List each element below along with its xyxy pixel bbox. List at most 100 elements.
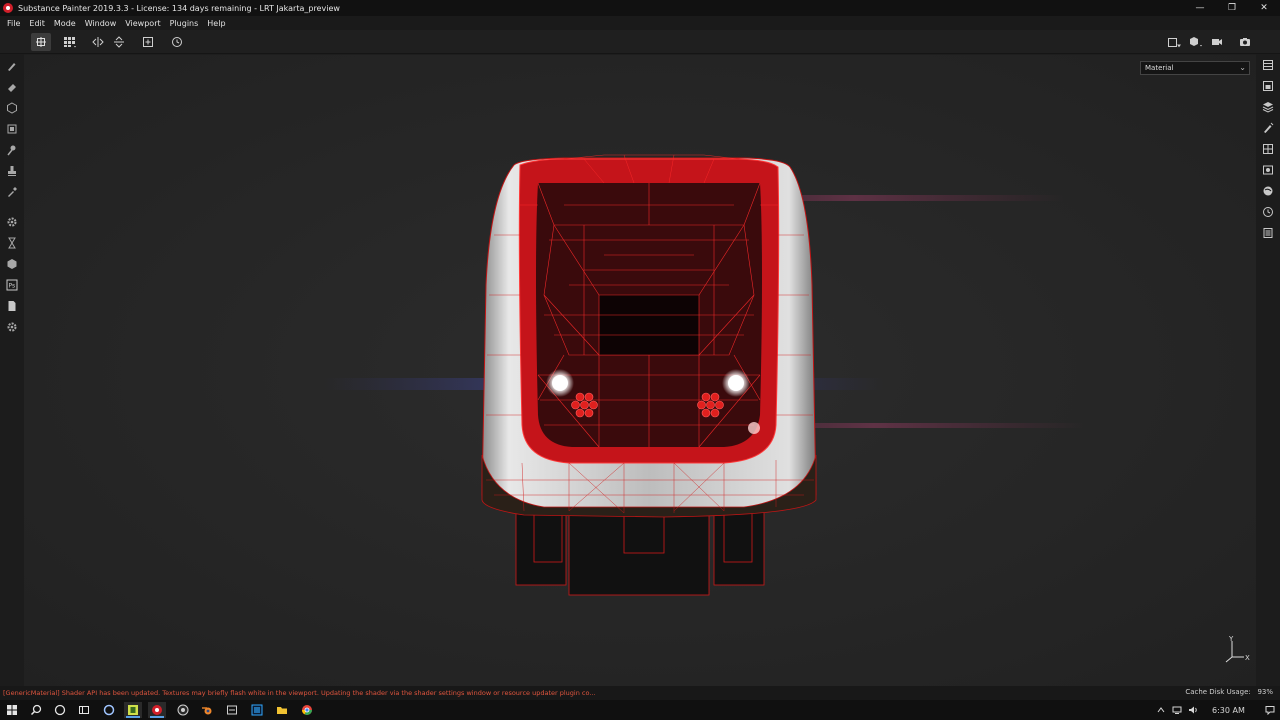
projection-tool-button[interactable]: [2, 99, 22, 117]
menu-viewport[interactable]: Viewport: [125, 19, 160, 28]
windows-start-icon: [7, 705, 17, 715]
symmetry-x-button[interactable]: [88, 33, 108, 51]
display-settings-button[interactable]: [1258, 140, 1278, 158]
grid-view-button[interactable]: [31, 33, 51, 51]
cube-view-button[interactable]: [1186, 33, 1206, 51]
plugin-gear-icon: [7, 322, 17, 332]
texture-set-list-icon: [1263, 81, 1273, 91]
screenshot-icon: [1240, 38, 1250, 46]
title-bar: Substance Painter 2019.3.3 - License: 13…: [0, 0, 1280, 16]
minimize-button[interactable]: —: [1184, 0, 1216, 16]
clone-stamp-icon: [8, 166, 16, 176]
cortana-button[interactable]: [51, 702, 69, 718]
environment-icon: [1263, 186, 1273, 196]
layers-stack-button[interactable]: [1258, 56, 1278, 74]
export-doc-button[interactable]: [2, 297, 22, 315]
taskbar-file-explorer[interactable]: [273, 702, 291, 718]
wacom-icon: [227, 705, 237, 715]
chevron-down-icon: ⌄: [1239, 63, 1246, 72]
menu-plugins[interactable]: Plugins: [170, 19, 199, 28]
taskbar-blender[interactable]: [198, 702, 216, 718]
browser-app-button[interactable]: [100, 702, 118, 718]
3d-viewport[interactable]: Material ⌄ Y X: [24, 55, 1256, 686]
main-toolbar: [0, 30, 1280, 54]
start-button[interactable]: [3, 702, 21, 718]
train-model-render: [324, 154, 1084, 596]
search-button[interactable]: [27, 702, 45, 718]
chevron-up-icon[interactable]: [1156, 705, 1166, 715]
taskbar-app-3[interactable]: [124, 702, 142, 718]
volume-icon[interactable]: [1188, 705, 1198, 715]
file-explorer-icon: [277, 707, 287, 714]
grid-view-icon: [36, 37, 46, 47]
clone-tool-button[interactable]: [2, 162, 22, 180]
add-frame-icon: [143, 37, 153, 47]
layers-stack-icon: [1263, 60, 1273, 70]
window-title: Substance Painter 2019.3.3 - License: 13…: [18, 3, 340, 13]
cube-icon: [1190, 37, 1202, 47]
photoshop-icon: Ps: [6, 279, 18, 291]
screenshot-button[interactable]: [1235, 33, 1255, 51]
menu-edit[interactable]: Edit: [29, 19, 45, 28]
cache-label: Cache Disk Usage:: [1185, 688, 1251, 696]
menu-mode[interactable]: Mode: [54, 19, 76, 28]
log-button[interactable]: [1258, 224, 1278, 242]
layers-button[interactable]: [1258, 98, 1278, 116]
notification-icon[interactable]: [1265, 705, 1275, 715]
environment-button[interactable]: [1258, 182, 1278, 200]
taskbar-obs[interactable]: [174, 702, 192, 718]
camera-video-button[interactable]: [1208, 33, 1228, 51]
settings-button[interactable]: [2, 213, 22, 231]
properties-button[interactable]: [1258, 119, 1278, 137]
task-view-button[interactable]: [75, 702, 93, 718]
log-icon: [1263, 228, 1273, 238]
taskbar-clock[interactable]: 6:30 AM: [1212, 706, 1245, 715]
paint-tool-button[interactable]: [2, 57, 22, 75]
projection-icon: [7, 102, 17, 114]
task-view-icon: [79, 706, 89, 714]
blender-icon: [202, 707, 212, 715]
grid-dropdown-icon: [64, 37, 76, 48]
hourglass-icon: [8, 237, 16, 249]
menu-window[interactable]: Window: [85, 19, 117, 28]
eraser-icon: [8, 84, 16, 92]
display-mode-select[interactable]: Material ⌄: [1140, 61, 1250, 75]
timer-button[interactable]: [2, 234, 22, 252]
add-frame-button[interactable]: [138, 33, 158, 51]
reset-view-button[interactable]: [167, 33, 187, 51]
obs-icon: [177, 704, 189, 716]
maximize-button[interactable]: ❐: [1216, 0, 1248, 16]
layers-icon: [1262, 102, 1274, 113]
smudge-tool-button[interactable]: [2, 141, 22, 159]
photoshop-icon: [251, 704, 263, 716]
plugin-settings-button[interactable]: [2, 318, 22, 336]
grid-dropdown-button[interactable]: [60, 33, 80, 51]
view-frame-button[interactable]: [1164, 33, 1184, 51]
window-controls: — ❐ ✕: [1184, 0, 1280, 16]
texture-set-list-button[interactable]: [1258, 77, 1278, 95]
network-icon[interactable]: [1172, 705, 1182, 715]
color-picker-icon: [8, 187, 17, 197]
status-message[interactable]: [GenericMaterial] Shader API has been up…: [0, 689, 596, 697]
photoshop-export-button[interactable]: Ps: [2, 276, 22, 294]
eraser-tool-button[interactable]: [2, 78, 22, 96]
color-picker-button[interactable]: [2, 183, 22, 201]
bake-button[interactable]: [2, 255, 22, 273]
taskbar-wacom[interactable]: [223, 702, 241, 718]
geometry-mask-button[interactable]: [2, 120, 22, 138]
taskbar-substance-painter[interactable]: [148, 702, 166, 718]
windows-taskbar: 6:30 AM: [0, 700, 1280, 720]
close-button[interactable]: ✕: [1248, 0, 1280, 16]
shelf-button[interactable]: [1258, 161, 1278, 179]
history-button[interactable]: [1258, 203, 1278, 221]
bake-icon: [7, 259, 17, 269]
axis-x-label: X: [1245, 654, 1250, 662]
menu-help[interactable]: Help: [207, 19, 225, 28]
taskbar-chrome[interactable]: [298, 702, 316, 718]
menu-file[interactable]: File: [7, 19, 20, 28]
taskbar-photoshop[interactable]: [248, 702, 266, 718]
history-icon: [1263, 207, 1273, 217]
symmetry-x-icon: [92, 37, 104, 47]
symmetry-y-button[interactable]: [109, 33, 129, 51]
chrome-icon: [302, 705, 312, 715]
